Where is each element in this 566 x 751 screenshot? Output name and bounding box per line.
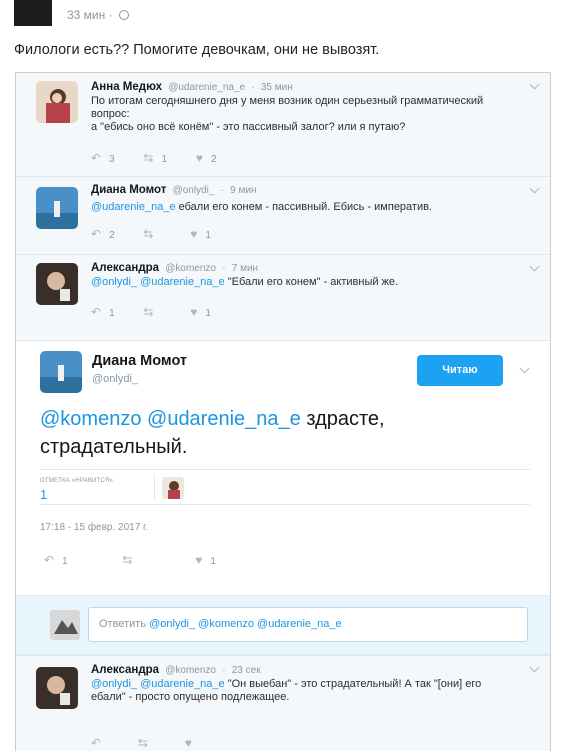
retweet-icon: ⇆: [137, 736, 148, 750]
mention-link[interactable]: @udarenie_na_e: [91, 201, 176, 213]
mention-link[interactable]: @onlydi_ @udarenie_na_e: [91, 678, 225, 690]
post-header: 33 мин ·: [0, 0, 566, 34]
avatar[interactable]: [36, 187, 78, 229]
tweet-actions: ↶ 1 ⇆ ♥ 1: [91, 305, 237, 319]
author-handle[interactable]: @komenzo: [165, 665, 216, 676]
like-button[interactable]: ♥ 1: [190, 227, 211, 241]
author-handle[interactable]: @onlydi_: [92, 373, 138, 385]
tweet-actions: ↶ 2 ⇆ ♥ 1: [91, 227, 237, 241]
author-handle[interactable]: @komenzo: [165, 263, 216, 274]
reply-button[interactable]: ↶: [91, 736, 109, 750]
tweet-actions: ↶ 1 ⇆ ♥ 1: [44, 553, 268, 567]
liker-avatar[interactable]: [162, 477, 184, 499]
like-button[interactable]: ♥ 1: [195, 553, 216, 567]
reply-icon: ↶: [91, 736, 102, 750]
heart-icon: ♥: [195, 151, 203, 165]
globe-icon: [118, 10, 129, 20]
author-name[interactable]: Александра: [91, 262, 159, 274]
reply-icon: ↶: [44, 553, 55, 567]
chevron-down-icon[interactable]: [529, 79, 540, 90]
avatar: [50, 610, 80, 640]
timestamp[interactable]: 17:18 - 15 февр. 2017 г.: [40, 522, 148, 533]
heart-icon: ♥: [190, 227, 198, 241]
tweet-text: По итогам сегодняшнего дня у меня возник…: [91, 95, 484, 133]
avatar[interactable]: [40, 351, 82, 393]
chevron-down-icon[interactable]: [529, 261, 540, 272]
tweet-actions: ↶ 3 ⇆ 1 ♥ 2: [91, 151, 243, 165]
chevron-down-icon[interactable]: [529, 662, 540, 673]
author-name[interactable]: Диана Момот: [91, 184, 166, 196]
likes-count[interactable]: 1: [40, 487, 47, 502]
like-button[interactable]: ♥ 2: [196, 151, 217, 165]
reply-button[interactable]: ↶ 2: [91, 227, 115, 241]
reply-icon: ↶: [91, 151, 102, 165]
tweet-time[interactable]: 7 мин: [232, 263, 258, 274]
reply-tweet[interactable]: Диана Момот @onlydi_ · 9 мин @udarenie_n…: [16, 177, 550, 255]
tweet-text: @onlydi_ @udarenie_na_e "Он выебан" - эт…: [91, 678, 482, 703]
heart-icon: ♥: [190, 305, 198, 319]
author-handle[interactable]: @onlydi_: [173, 185, 215, 196]
reply-tweet[interactable]: Александра @komenzo · 23 сек @onlydi_ @u…: [16, 655, 550, 751]
reply-tweet[interactable]: Александра @komenzo · 7 мин @onlydi_ @ud…: [16, 255, 550, 341]
following-button[interactable]: Читаю: [417, 355, 503, 386]
mention-link[interactable]: @komenzo @udarenie_na_e: [40, 408, 301, 430]
reply-button[interactable]: ↶ 1: [44, 553, 68, 567]
reply-input[interactable]: Ответить @onlydi_ @komenzo @udarenie_na_…: [88, 607, 528, 642]
tweet-time[interactable]: 9 мин: [230, 185, 256, 196]
reply-button[interactable]: ↶ 3: [91, 151, 115, 165]
retweet-button[interactable]: ⇆: [143, 227, 161, 241]
author-handle[interactable]: @udarenie_na_e: [168, 82, 245, 93]
likes-summary: ОТМЕТКА «НРАВИТСЯ» 1: [40, 469, 530, 505]
mention-link[interactable]: @onlydi_ @udarenie_na_e: [91, 276, 225, 288]
chevron-down-icon[interactable]: [519, 363, 530, 374]
author-name[interactable]: Анна Медюх: [91, 81, 162, 93]
reply-tweet[interactable]: Анна Медюх @udarenie_na_e · 35 мин По ит…: [16, 73, 550, 177]
author-name[interactable]: Александра: [91, 664, 159, 676]
retweet-icon: ⇆: [143, 227, 154, 241]
tweet-text: @komenzo @udarenie_na_e здрасте, страдат…: [40, 408, 385, 458]
retweet-icon: ⇆: [122, 553, 133, 567]
retweet-icon: ⇆: [143, 151, 154, 165]
tweet-text: @onlydi_ @udarenie_na_e "Ебали его конем…: [91, 276, 399, 288]
tweet-time[interactable]: 23 сек: [232, 665, 261, 676]
post-author-avatar[interactable]: [14, 0, 52, 26]
retweet-icon: ⇆: [143, 305, 154, 319]
retweet-button[interactable]: ⇆ 1: [143, 151, 167, 165]
likes-label: ОТМЕТКА «НРАВИТСЯ»: [40, 478, 114, 484]
heart-icon: ♥: [195, 553, 203, 567]
avatar[interactable]: [36, 667, 78, 709]
post-meta: 33 мин ·: [67, 8, 129, 22]
heart-icon: ♥: [184, 736, 192, 750]
retweet-button[interactable]: ⇆: [143, 305, 161, 319]
reply-icon: ↶: [91, 305, 102, 319]
main-tweet: Диана Момот @onlydi_ Читаю @komenzo @uda…: [16, 341, 550, 595]
avatar[interactable]: [36, 263, 78, 305]
tweet-text: @udarenie_na_e ебали его конем - пассивн…: [91, 201, 433, 213]
retweet-button[interactable]: ⇆: [122, 553, 140, 567]
post-time[interactable]: 33 мин: [67, 8, 105, 22]
reply-icon: ↶: [91, 227, 102, 241]
reply-button[interactable]: ↶ 1: [91, 305, 115, 319]
reply-composer: Ответить @onlydi_ @komenzo @udarenie_na_…: [16, 595, 550, 655]
like-button[interactable]: ♥ 1: [190, 305, 211, 319]
avatar[interactable]: [36, 81, 78, 123]
tweet-time[interactable]: 35 мин: [261, 82, 293, 93]
author-name[interactable]: Диана Момот: [92, 353, 187, 369]
chevron-down-icon[interactable]: [529, 183, 540, 194]
tweet-actions: ↶ ⇆ ♥: [91, 736, 226, 750]
post-text: Филологи есть?? Помогите девочкам, они н…: [14, 42, 380, 58]
embedded-conversation: Анна Медюх @udarenie_na_e · 35 мин По ит…: [15, 72, 551, 751]
divider: [154, 474, 155, 500]
retweet-button[interactable]: ⇆: [138, 736, 156, 750]
like-button[interactable]: ♥: [185, 736, 200, 750]
